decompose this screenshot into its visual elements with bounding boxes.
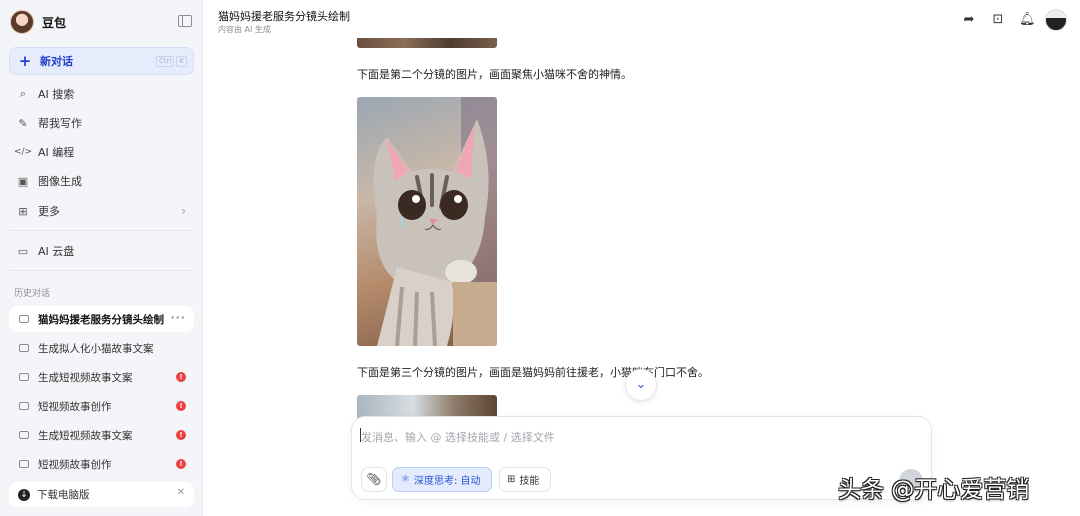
shortcut-hint: Ctrl K bbox=[155, 56, 187, 67]
download-icon: ↓ bbox=[18, 488, 30, 501]
chat-bubble-icon bbox=[19, 402, 29, 410]
assistant-message: 下面是第二个分镜的图片，画面聚焦小猫咪不舍的神情。 bbox=[357, 68, 632, 81]
history-item[interactable]: 生成短视频故事文案 ! bbox=[9, 422, 194, 448]
chat-bubble-icon bbox=[19, 460, 29, 468]
sidebar-item-label: AI 编程 bbox=[38, 146, 75, 159]
history-section-title: 历史对话 bbox=[14, 289, 51, 299]
history-item-label: 猫妈妈援老服务分镜头绘制 bbox=[38, 313, 164, 326]
shortcut-key: K bbox=[176, 56, 187, 67]
sidebar-toggle-icon[interactable] bbox=[178, 15, 192, 27]
share-icon[interactable]: ➦ bbox=[961, 12, 977, 28]
scroll-to-bottom-button[interactable]: ⌄ bbox=[625, 369, 657, 401]
conversation-title: 猫妈妈援老服务分镜头绘制 bbox=[218, 10, 350, 23]
sidebar-item-label: 图像生成 bbox=[38, 175, 82, 188]
sidebar-item-ai-search[interactable]: ⌕ AI 搜索 bbox=[9, 81, 194, 107]
sidebar-item-label: AI 云盘 bbox=[38, 245, 75, 258]
plus-icon: + bbox=[18, 51, 32, 70]
download-label: 下载电脑版 bbox=[37, 489, 90, 501]
history-item[interactable]: 生成拟人化小猫故事文案 bbox=[9, 335, 194, 361]
close-icon[interactable]: ✕ bbox=[177, 487, 185, 498]
history-item-label: 生成短视频故事文案 bbox=[38, 429, 133, 442]
alert-badge: ! bbox=[176, 372, 186, 382]
sidebar-item-coding[interactable]: </> AI 编程 bbox=[9, 139, 194, 165]
sidebar-item-label: AI 搜索 bbox=[38, 88, 75, 101]
chevron-right-icon: › bbox=[181, 204, 186, 218]
sidebar: 豆包 + 新对话 Ctrl K ⌕ AI 搜索 ✎ 帮我写作 </> AI 编程… bbox=[0, 0, 203, 516]
history-item-label: 短视频故事创作 bbox=[38, 400, 112, 413]
download-desktop-button[interactable]: ↓ 下载电脑版 ✕ bbox=[9, 482, 194, 507]
pen-icon: ✎ bbox=[18, 116, 28, 130]
message-input[interactable]: 发消息、输入 @ 选择技能或 / 选择文件 bbox=[361, 429, 555, 445]
history-item[interactable]: 生成短视频故事文案 ! bbox=[9, 364, 194, 390]
divider bbox=[9, 230, 194, 231]
app-name: 豆包 bbox=[42, 15, 67, 30]
kitten-illustration bbox=[373, 97, 497, 346]
app-logo-avatar bbox=[10, 10, 34, 34]
skills-label: 技能 bbox=[519, 476, 540, 487]
code-icon: </> bbox=[13, 147, 33, 157]
sidebar-item-more[interactable]: ⊞ 更多 › bbox=[9, 198, 194, 224]
chat-bubble-icon bbox=[19, 344, 29, 352]
storyboard-image-1[interactable] bbox=[357, 38, 497, 48]
sidebar-item-cloud[interactable]: ▭ AI 云盘 bbox=[9, 238, 194, 264]
save-box-icon[interactable]: ⊡ bbox=[990, 12, 1006, 28]
chat-bubble-icon bbox=[19, 373, 29, 381]
image-icon: ▣ bbox=[17, 174, 29, 188]
alert-badge: ! bbox=[176, 459, 186, 469]
history-item[interactable]: 猫妈妈援老服务分镜头绘制 ··· bbox=[9, 306, 194, 332]
chat-bubble-icon bbox=[19, 315, 29, 323]
folder-icon: ▭ bbox=[17, 244, 29, 258]
sidebar-item-image-gen[interactable]: ▣ 图像生成 bbox=[9, 168, 194, 194]
storyboard-image-2[interactable] bbox=[357, 97, 497, 346]
sidebar-item-label: 更多 bbox=[38, 205, 60, 218]
grid-icon: ⊞ bbox=[18, 204, 28, 218]
sidebar-item-label: 帮我写作 bbox=[38, 117, 82, 130]
history-item-label: 短视频故事创作 bbox=[38, 458, 112, 471]
deep-think-label: 深度思考: 自动 bbox=[413, 476, 481, 487]
more-options-icon[interactable]: ··· bbox=[170, 311, 186, 324]
history-item-label: 生成拟人化小猫故事文案 bbox=[38, 342, 154, 355]
chevron-down-icon: ⌄ bbox=[635, 377, 647, 392]
shortcut-key: Ctrl bbox=[155, 56, 175, 67]
history-item-label: 生成短视频故事文案 bbox=[38, 371, 133, 384]
new-chat-button[interactable]: + 新对话 Ctrl K bbox=[9, 47, 194, 75]
search-spark-icon: ⌕ bbox=[19, 87, 27, 100]
user-avatar[interactable] bbox=[1045, 9, 1067, 31]
ai-generated-note: 内容由 AI 生成 bbox=[218, 25, 271, 34]
assistant-message: 下面是第三个分镜的图片，画面是猫妈妈前往援老，小猫咪在门口不舍。 bbox=[357, 366, 709, 379]
atom-icon: ⚛ bbox=[401, 474, 410, 485]
bell-icon[interactable]: 🔔︎ bbox=[1019, 12, 1036, 28]
history-item[interactable]: 短视频故事创作 ! bbox=[9, 451, 194, 477]
grid-icon: ⊞ bbox=[507, 474, 516, 485]
deep-think-toggle[interactable]: ⚛ 深度思考: 自动 bbox=[392, 467, 492, 492]
watermark: 头条 @开心爱营销 bbox=[838, 477, 1030, 503]
sidebar-item-writing[interactable]: ✎ 帮我写作 bbox=[9, 110, 194, 136]
divider bbox=[9, 270, 194, 271]
brand[interactable]: 豆包 bbox=[10, 9, 66, 35]
attach-button[interactable]: 📎︎ bbox=[361, 467, 387, 492]
skills-button[interactable]: ⊞ 技能 bbox=[499, 467, 551, 492]
alert-badge: ! bbox=[176, 430, 186, 440]
alert-badge: ! bbox=[176, 401, 186, 411]
paperclip-icon: 📎︎ bbox=[366, 472, 382, 486]
chat-bubble-icon bbox=[19, 431, 29, 439]
new-chat-label: 新对话 bbox=[40, 55, 73, 68]
history-item[interactable]: 短视频故事创作 ! bbox=[9, 393, 194, 419]
